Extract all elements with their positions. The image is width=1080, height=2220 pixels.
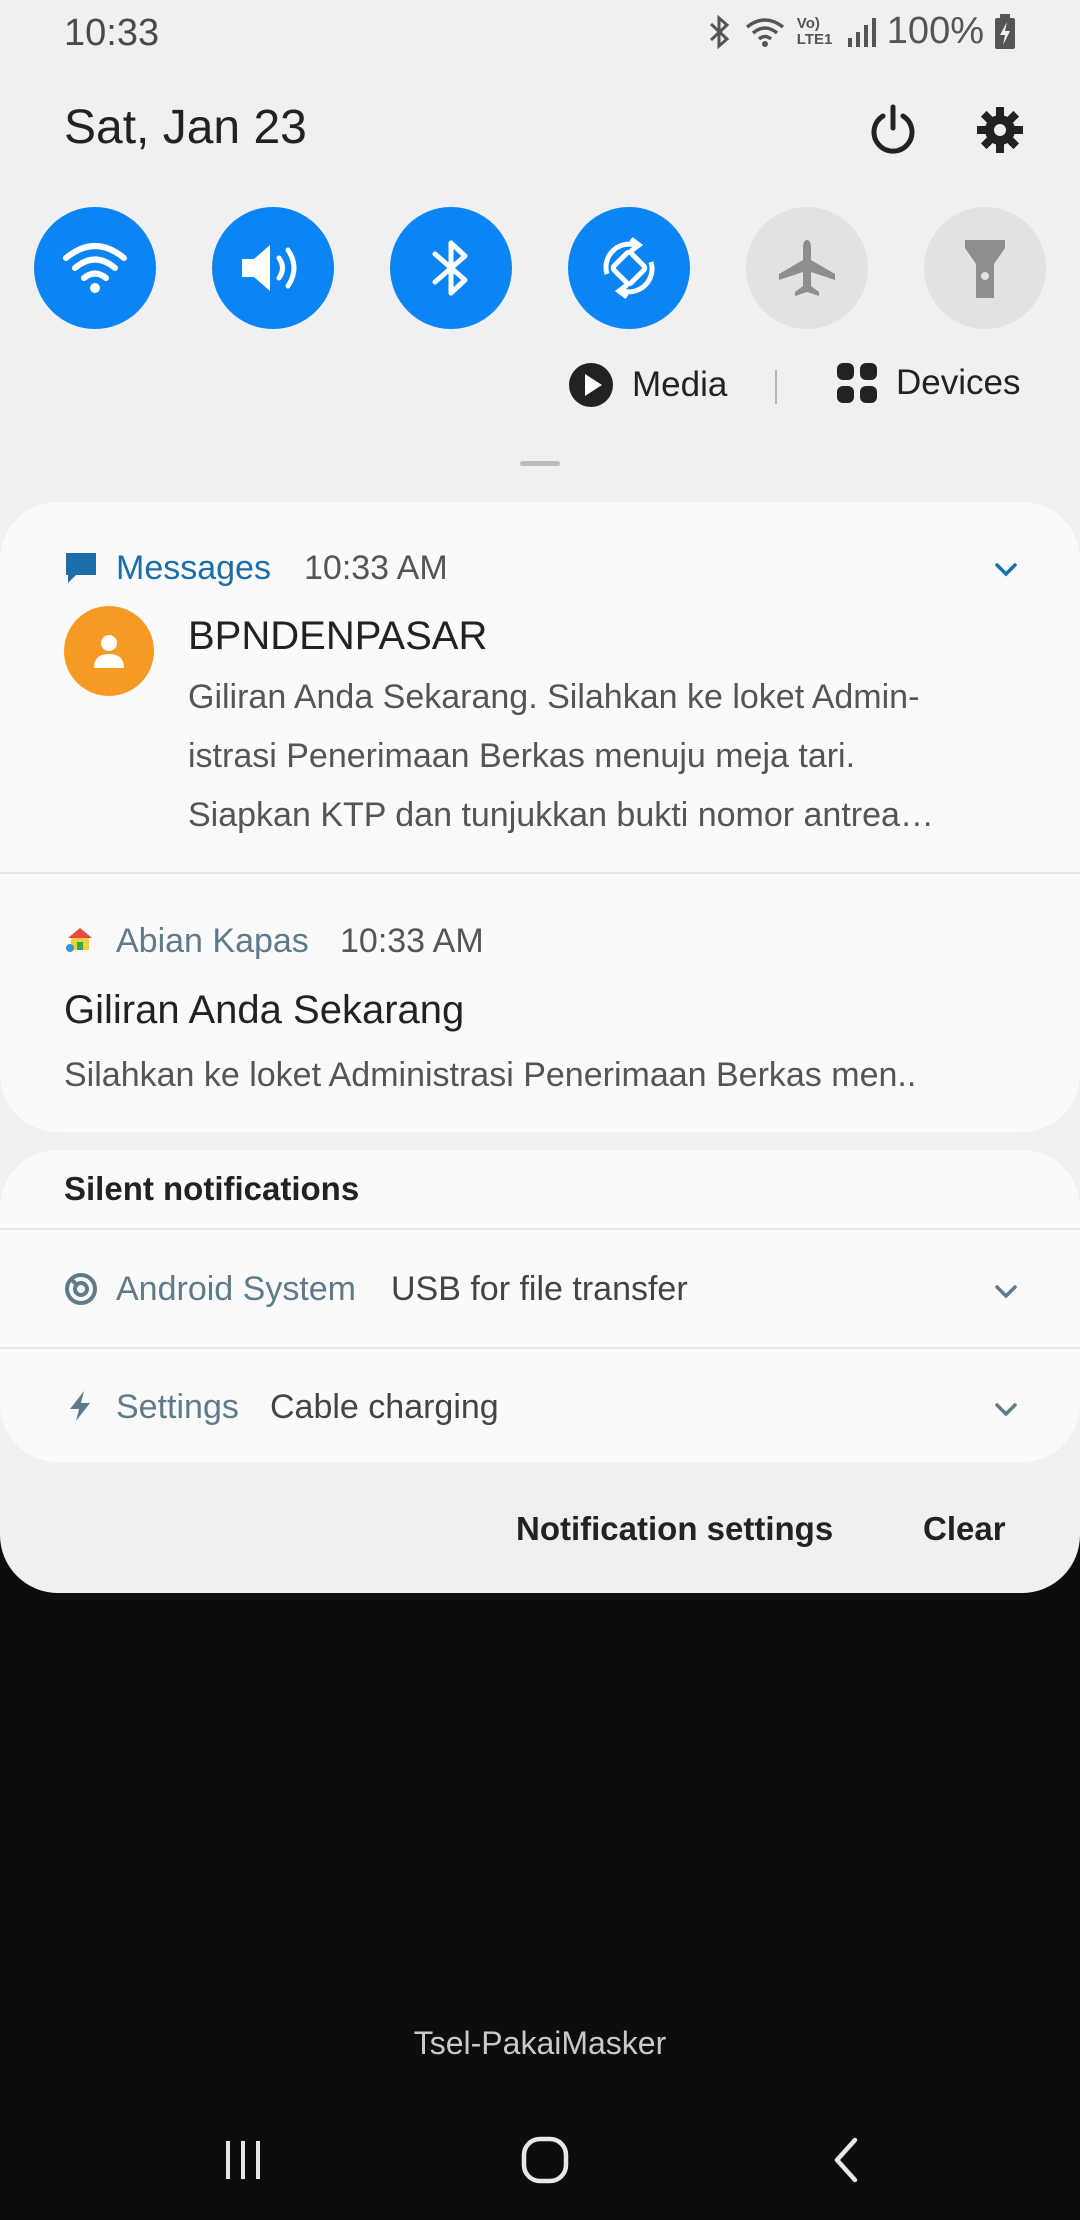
body-line: Giliran Anda Sekarang. Silahkan ke loket… [188, 678, 920, 716]
rotate-icon [603, 237, 655, 299]
media-label: Media [632, 365, 728, 404]
silent-notifications-header: Silent notifications [64, 1170, 360, 1207]
recent-apps-button[interactable] [203, 2120, 283, 2200]
flashlight-toggle[interactable] [924, 207, 1046, 329]
flashlight-icon [965, 240, 1005, 298]
auto-rotate-toggle[interactable] [568, 207, 690, 329]
silent-text: Cable charging [270, 1388, 499, 1426]
carrier-label: Tsel-PakaiMasker [413, 2025, 667, 2061]
devices-icon [837, 363, 877, 403]
silent-text: USB for file transfer [391, 1270, 688, 1308]
play-icon [569, 363, 613, 407]
notification-body: Silahkan ke loket Administrasi Penerimaa… [64, 1056, 917, 1094]
media-button[interactable]: Media [568, 362, 727, 408]
notification-title: BPNDENPASAR [188, 614, 488, 658]
bluetooth-icon [432, 240, 468, 296]
back-icon [834, 2137, 858, 2183]
avatar [64, 606, 154, 696]
divider [0, 1347, 1080, 1349]
signal-icon [847, 16, 877, 48]
power-icon[interactable] [863, 100, 923, 160]
gear-icon[interactable] [970, 100, 1030, 160]
devices-label: Devices [896, 363, 1021, 402]
date-label: Sat, Jan 23 [64, 101, 307, 154]
airplane-mode-toggle[interactable] [746, 207, 868, 329]
notification-time: 10:33 AM [340, 922, 484, 960]
volte-label: Vo) LTE1 [796, 14, 833, 48]
body-line: Siapkan KTP dan tunjukkan bukti nomor an… [188, 796, 934, 834]
notification-panel: 10:33 Vo) LTE1 100% Sat, Jan 23 Media De… [0, 0, 1080, 1593]
notification-time: 10:33 AM [304, 549, 448, 587]
status-bar: 10:33 Vo) LTE1 100% [0, 0, 1080, 64]
sound-toggle[interactable] [212, 207, 334, 329]
battery-charging-icon [994, 13, 1016, 50]
panel-drag-handle[interactable] [520, 461, 560, 466]
separator [775, 370, 777, 404]
notification-title: Giliran Anda Sekarang [64, 988, 465, 1032]
quick-settings-row [0, 207, 1080, 329]
wifi-icon [63, 243, 127, 293]
navigation-bar [0, 2120, 1080, 2200]
divider [0, 1228, 1080, 1230]
battery-percent: 100% [886, 10, 984, 52]
abian-kapas-app-icon [64, 924, 96, 959]
divider [0, 872, 1080, 874]
notification-app-name: Messages [116, 549, 271, 587]
back-button[interactable] [807, 2120, 887, 2200]
recent-apps-icon [226, 2141, 260, 2179]
bluetooth-status-icon [707, 14, 733, 49]
notification-settings-button[interactable]: Notification settings [516, 1510, 833, 1548]
bluetooth-toggle[interactable] [390, 207, 512, 329]
silent-app-name: Settings [116, 1388, 239, 1426]
charging-icon [66, 1389, 94, 1428]
silent-app-name: Android System [116, 1270, 356, 1308]
messages-app-icon [64, 551, 98, 590]
wifi-status-icon [743, 15, 787, 49]
clear-button[interactable]: Clear [923, 1510, 1006, 1548]
home-button[interactable] [505, 2120, 585, 2200]
chevron-down-icon[interactable] [988, 1392, 1024, 1428]
chevron-down-icon[interactable] [988, 552, 1024, 588]
wifi-toggle[interactable] [34, 207, 156, 329]
media-devices-row: Media Devices [0, 362, 1080, 422]
body-line: istrasi Penerimaan Berkas menuju meja ta… [188, 737, 856, 775]
notification-body: Giliran Anda Sekarang. Silahkan ke loket… [188, 668, 1028, 845]
android-system-icon [64, 1272, 98, 1311]
status-time: 10:33 [64, 12, 160, 54]
airplane-icon [779, 240, 835, 296]
chevron-down-icon[interactable] [988, 1274, 1024, 1310]
person-icon [94, 635, 124, 668]
home-icon [521, 2136, 569, 2184]
status-icons: Vo) LTE1 100% [707, 10, 1016, 53]
notification-app-name: Abian Kapas [116, 922, 309, 960]
volume-icon [242, 245, 297, 291]
devices-button[interactable]: Devices [836, 362, 1020, 404]
